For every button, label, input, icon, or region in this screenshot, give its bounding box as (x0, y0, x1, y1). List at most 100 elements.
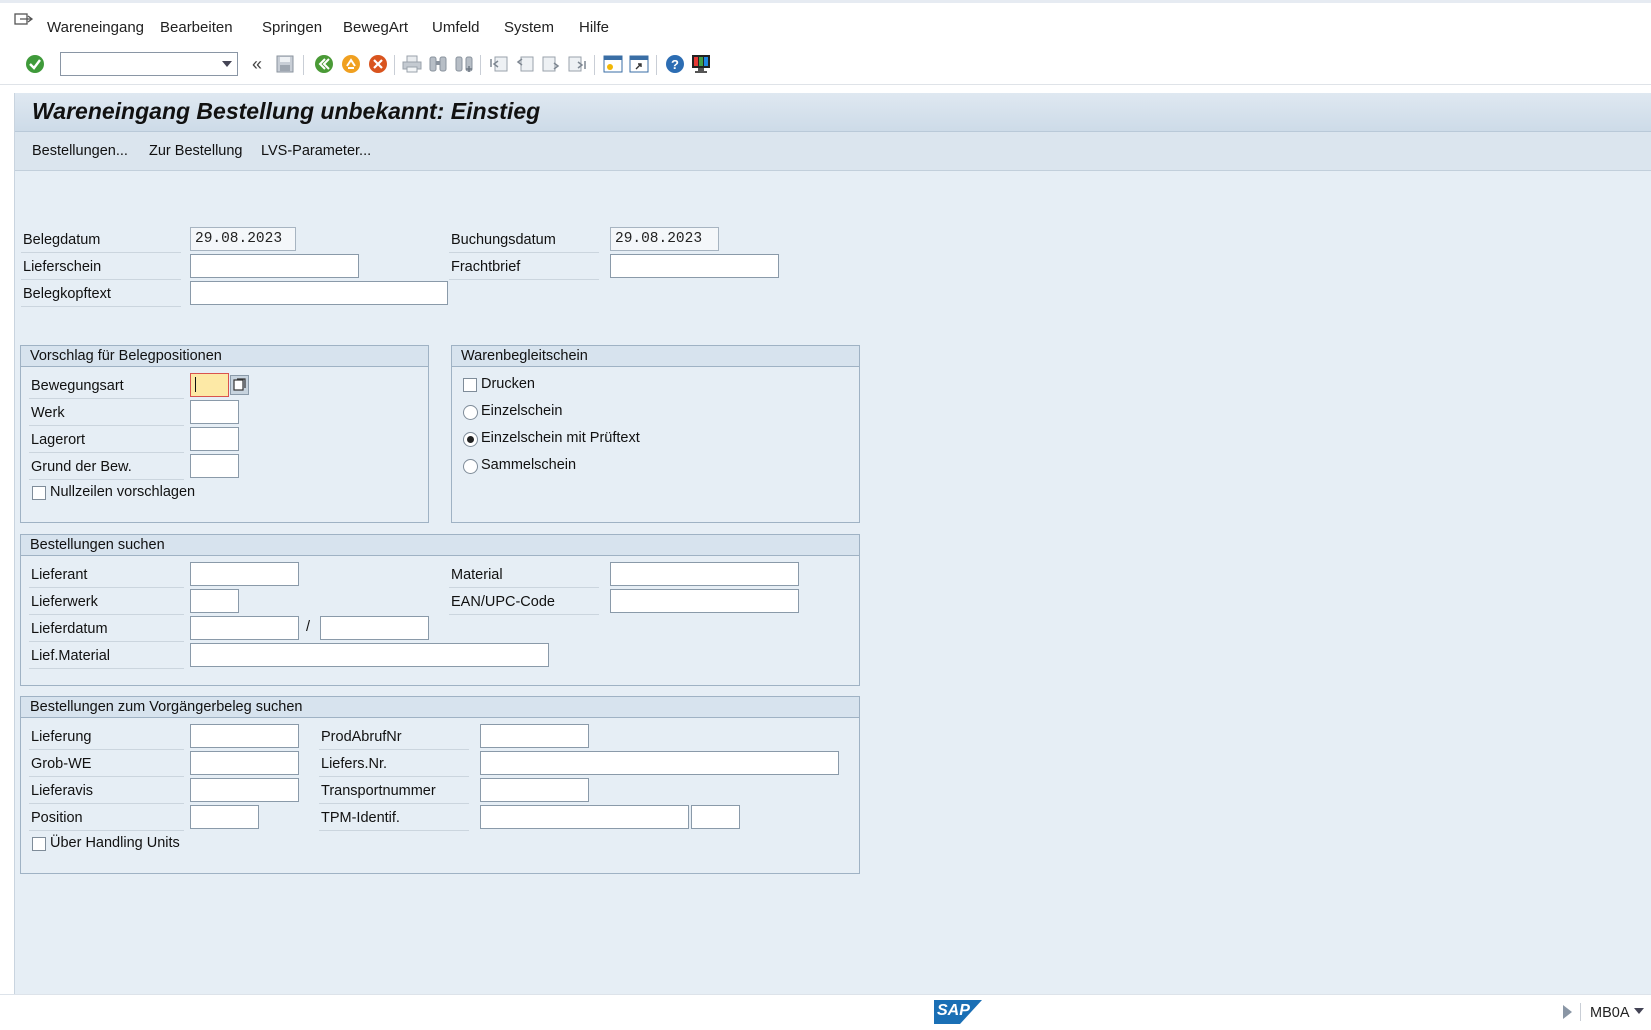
first-page-icon (490, 56, 508, 72)
vorgaengerbeleg-group: Bestellungen zum Vorgängerbeleg suchen L… (20, 696, 860, 874)
first-page-button[interactable] (488, 53, 510, 75)
find-button[interactable] (427, 53, 449, 75)
save-icon (276, 55, 294, 73)
standard-toolbar: « ? (0, 46, 1651, 85)
help-button[interactable]: ? (664, 53, 686, 75)
ean-field[interactable] (610, 589, 799, 613)
menu-wareneingang[interactable]: Wareneingang (47, 19, 144, 36)
menu-hilfe[interactable]: Hilfe (579, 19, 609, 36)
shortcut-icon (629, 55, 649, 73)
grobwe-field[interactable] (190, 751, 299, 775)
position-field[interactable] (190, 805, 259, 829)
vorschlag-group: Vorschlag für Belegpositionen Bewegungsa… (20, 345, 429, 523)
tpm-field[interactable] (480, 805, 689, 829)
new-session-button[interactable] (602, 53, 624, 75)
transaction-dropdown-button[interactable] (1634, 1008, 1644, 1014)
application-toolbar: Bestellungen... Zur Bestellung LVS-Param… (15, 132, 1651, 171)
nullzeilen-label: Nullzeilen vorschlagen (50, 484, 196, 500)
handling-units-label: Über Handling Units (50, 835, 180, 851)
next-page-button[interactable] (540, 53, 562, 75)
status-bar: SAP MB0A (0, 994, 1651, 1030)
bestellungen-suchen-group-title: Bestellungen suchen (21, 535, 859, 556)
lieferschein-field[interactable] (190, 254, 359, 278)
bestellungen-button[interactable]: Bestellungen... (32, 143, 128, 159)
lieferavis-label: Lieferavis (29, 778, 184, 804)
liefersnr-field[interactable] (480, 751, 839, 775)
sammelschein-label: Sammelschein (481, 457, 577, 473)
sap-logo: SAP (934, 1000, 982, 1024)
print-button[interactable] (401, 53, 423, 75)
find-next-button[interactable] (453, 53, 475, 75)
lieferwerk-field[interactable] (190, 589, 239, 613)
menu-springen[interactable]: Springen (262, 19, 322, 36)
lieferavis-field[interactable] (190, 778, 299, 802)
lagerort-field[interactable] (190, 427, 239, 451)
lieferant-label: Lieferant (29, 562, 184, 588)
menu-expand-icon[interactable] (14, 13, 34, 29)
command-field[interactable] (60, 52, 238, 76)
belegkopftext-label: Belegkopftext (21, 281, 181, 307)
shortcut-button[interactable] (628, 53, 650, 75)
belegkopftext-field[interactable] (190, 281, 448, 305)
menu-bearbeiten[interactable]: Bearbeiten (160, 19, 233, 36)
liefersnr-label: Liefers.Nr. (319, 751, 469, 777)
nullzeilen-checkbox[interactable] (32, 486, 46, 500)
tpm-label: TPM-Identif. (319, 805, 469, 831)
zur-bestellung-button[interactable]: Zur Bestellung (149, 143, 243, 159)
save-button[interactable] (274, 53, 296, 75)
back-button[interactable] (313, 53, 335, 75)
grobwe-label: Grob-WE (29, 751, 184, 777)
lieferdatum-from-field[interactable] (190, 616, 299, 640)
einzelschein-radio[interactable] (463, 405, 478, 420)
vorschlag-group-title: Vorschlag für Belegpositionen (21, 346, 428, 367)
werk-field[interactable] (190, 400, 239, 424)
buchungsdatum-field[interactable]: 29.08.2023 (610, 227, 719, 251)
drucken-label: Drucken (481, 376, 535, 392)
menu-umfeld[interactable]: Umfeld (432, 19, 480, 36)
menu-bewegart[interactable]: BewegArt (343, 19, 408, 36)
belegdatum-field[interactable]: 29.08.2023 (190, 227, 296, 251)
svg-text:?: ? (671, 57, 679, 72)
value-help-button[interactable] (230, 375, 249, 395)
prodabruf-label: ProdAbrufNr (319, 724, 469, 750)
material-field[interactable] (610, 562, 799, 586)
handling-units-checkbox[interactable] (32, 837, 46, 851)
transport-field[interactable] (480, 778, 589, 802)
belegdatum-label: Belegdatum (21, 227, 181, 253)
new-session-icon (603, 55, 623, 73)
liefmaterial-field[interactable] (190, 643, 549, 667)
einzelschein-pruef-label: Einzelschein mit Prüftext (481, 430, 640, 446)
lieferschein-label: Lieferschein (21, 254, 181, 280)
tpm-suffix-field[interactable] (691, 805, 740, 829)
status-expand-button[interactable] (1563, 1005, 1572, 1019)
collapse-button[interactable]: « (246, 53, 268, 75)
lvs-parameter-button[interactable]: LVS-Parameter... (261, 143, 371, 159)
main-frame: Wareneingang Bestellung unbekannt: Einst… (14, 93, 1651, 994)
grund-field[interactable] (190, 454, 239, 478)
cancel-button[interactable] (367, 53, 389, 75)
prodabruf-field[interactable] (480, 724, 589, 748)
lieferdatum-separator: / (306, 619, 311, 635)
menu-system[interactable]: System (504, 19, 554, 36)
lieferdatum-to-field[interactable] (320, 616, 429, 640)
last-page-icon (568, 56, 586, 72)
drucken-checkbox[interactable] (463, 378, 477, 392)
lieferung-field[interactable] (190, 724, 299, 748)
exit-button[interactable] (340, 53, 362, 75)
value-help-icon (233, 378, 246, 391)
binoculars-plus-icon (455, 56, 473, 72)
lieferant-field[interactable] (190, 562, 299, 586)
last-page-button[interactable] (566, 53, 588, 75)
command-input[interactable] (65, 54, 217, 76)
enter-button[interactable] (24, 53, 46, 75)
menu-bar: Wareneingang Bearbeiten Springen BewegAr… (0, 0, 1651, 46)
einzelschein-pruef-radio[interactable] (463, 432, 478, 447)
frachtbrief-field[interactable] (610, 254, 779, 278)
sammelschein-radio[interactable] (463, 459, 478, 474)
customize-layout-button[interactable] (690, 53, 712, 75)
previous-page-button[interactable] (514, 53, 536, 75)
lieferdatum-label: Lieferdatum (29, 616, 184, 642)
help-icon: ? (666, 55, 684, 73)
bewegungsart-field[interactable] (190, 373, 229, 397)
chevron-down-icon[interactable] (222, 61, 232, 67)
